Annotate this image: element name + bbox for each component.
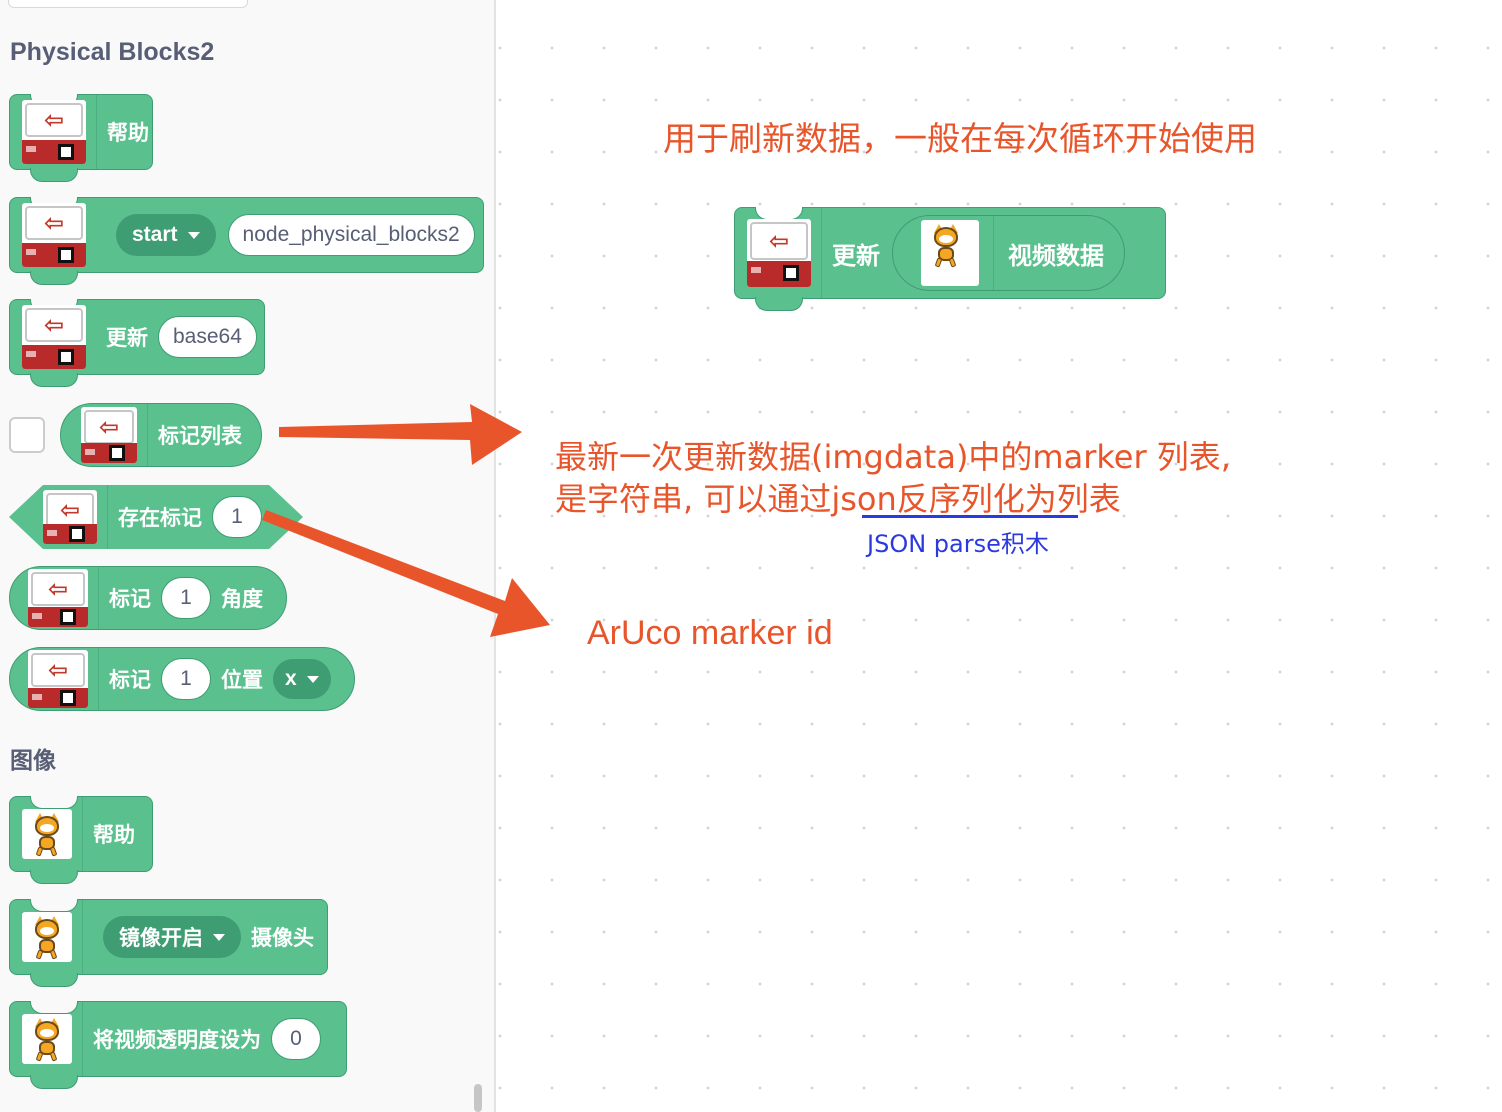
block-position-label: 位置 <box>221 668 263 692</box>
video-data-reporter[interactable]: 视频数据 <box>892 215 1125 291</box>
category-title-physical-blocks2: Physical Blocks2 <box>10 38 215 66</box>
aruco-extension-icon: ⇦ <box>747 219 811 287</box>
block-marker-position[interactable]: ⇦ 标记 1 位置 x <box>9 647 355 711</box>
annotation-refresh: 用于刷新数据，一般在每次循环开始使用 <box>663 119 1257 158</box>
workspace-block-update-video-data[interactable]: ⇦ 更新 视频数据 <box>734 207 1166 311</box>
marker-angle-id-input[interactable]: 1 <box>161 577 211 619</box>
arrow-left-icon: ⇦ <box>750 222 808 260</box>
mirror-dropdown[interactable]: 镜像开启 <box>103 916 241 958</box>
arrow-left-icon: ⇦ <box>25 103 83 137</box>
block-start[interactable]: ⇦ start node_physical_blocks2 <box>9 197 484 285</box>
block-mirror-camera[interactable]: 镜像开启 摄像头 <box>9 899 328 987</box>
block-camera-label: 摄像头 <box>251 926 314 950</box>
mirror-dropdown-value: 镜像开启 <box>119 927 203 950</box>
arrow-left-icon: ⇦ <box>84 410 134 444</box>
aruco-extension-icon: ⇦ <box>28 569 88 627</box>
block-image-help[interactable]: 帮助 <box>9 796 153 884</box>
marker-id-input[interactable]: 1 <box>212 496 262 538</box>
aruco-extension-icon: ⇦ <box>22 305 86 369</box>
search-box-stub[interactable] <box>8 0 248 8</box>
node-name-input[interactable]: node_physical_blocks2 <box>227 214 475 256</box>
category-title-image: 图像 <box>10 748 56 774</box>
start-dropdown-value: start <box>132 223 178 246</box>
block-marker-label: 标记 <box>109 587 151 611</box>
scratch-cat-icon <box>22 809 72 859</box>
dropdown-caret-icon <box>306 675 319 683</box>
annotation-marker-list-line2: 是字符串, 可以通过json反序列化为列表 <box>555 480 1121 518</box>
transparency-input[interactable]: 0 <box>271 1018 321 1060</box>
block-update-label: 更新 <box>106 326 148 350</box>
block-palette: Physical Blocks2 ⇦ 帮助 ⇦ start node_physi… <box>0 0 494 1112</box>
aruco-extension-icon: ⇦ <box>28 650 88 708</box>
block-image-help-label: 帮助 <box>93 823 135 847</box>
block-marker-angle[interactable]: ⇦ 标记 1 角度 <box>9 566 287 630</box>
block-marker-list-label: 标记列表 <box>158 424 242 448</box>
video-data-label: 视频数据 <box>1008 241 1104 270</box>
workspace-block-update-label: 更新 <box>832 241 880 270</box>
block-angle-label: 角度 <box>221 587 263 611</box>
scratch-cat-icon <box>921 220 979 286</box>
start-dropdown[interactable]: start <box>116 214 216 256</box>
annotation-json-parse: JSON parse积木 <box>867 530 1049 558</box>
dropdown-caret-icon <box>187 231 200 239</box>
aruco-extension-icon: ⇦ <box>81 407 137 463</box>
arrow-left-icon: ⇦ <box>31 572 85 606</box>
aruco-extension-icon: ⇦ <box>22 203 86 267</box>
block-help[interactable]: ⇦ 帮助 <box>9 94 153 182</box>
palette-scrollbar[interactable] <box>474 1084 482 1112</box>
block-help-label: 帮助 <box>107 121 149 145</box>
aruco-extension-icon: ⇦ <box>43 490 97 544</box>
block-has-marker[interactable]: ⇦ 存在标记 1 <box>9 485 303 549</box>
block-has-marker-label: 存在标记 <box>118 506 202 530</box>
dropdown-caret-icon <box>213 933 225 941</box>
arrow-left-icon: ⇦ <box>25 206 83 240</box>
marker-position-id-input[interactable]: 1 <box>161 658 211 700</box>
aruco-extension-icon: ⇦ <box>22 100 86 164</box>
block-video-transparency-label: 将视频透明度设为 <box>93 1028 261 1052</box>
block-marker-list[interactable]: ⇦ 标记列表 <box>60 403 262 467</box>
block-video-transparency[interactable]: 将视频透明度设为 0 <box>9 1001 347 1089</box>
arrow-left-icon: ⇦ <box>31 653 85 687</box>
block-marker-label: 标记 <box>109 668 151 692</box>
position-axis-value: x <box>285 667 297 690</box>
arrow-left-icon: ⇦ <box>25 308 83 342</box>
base64-input[interactable]: base64 <box>158 316 257 358</box>
arrow-left-icon: ⇦ <box>46 493 94 527</box>
scratch-cat-icon <box>22 912 72 962</box>
marker-list-checkbox[interactable] <box>9 417 45 453</box>
scratch-cat-icon <box>22 1014 72 1064</box>
json-underline <box>862 515 1078 518</box>
annotation-marker-list-line1: 最新一次更新数据(imgdata)中的marker 列表, <box>555 438 1231 476</box>
annotation-aruco: ArUco marker id <box>587 614 833 652</box>
position-axis-dropdown[interactable]: x <box>273 659 331 699</box>
block-update-base64[interactable]: ⇦ 更新 base64 <box>9 299 265 387</box>
